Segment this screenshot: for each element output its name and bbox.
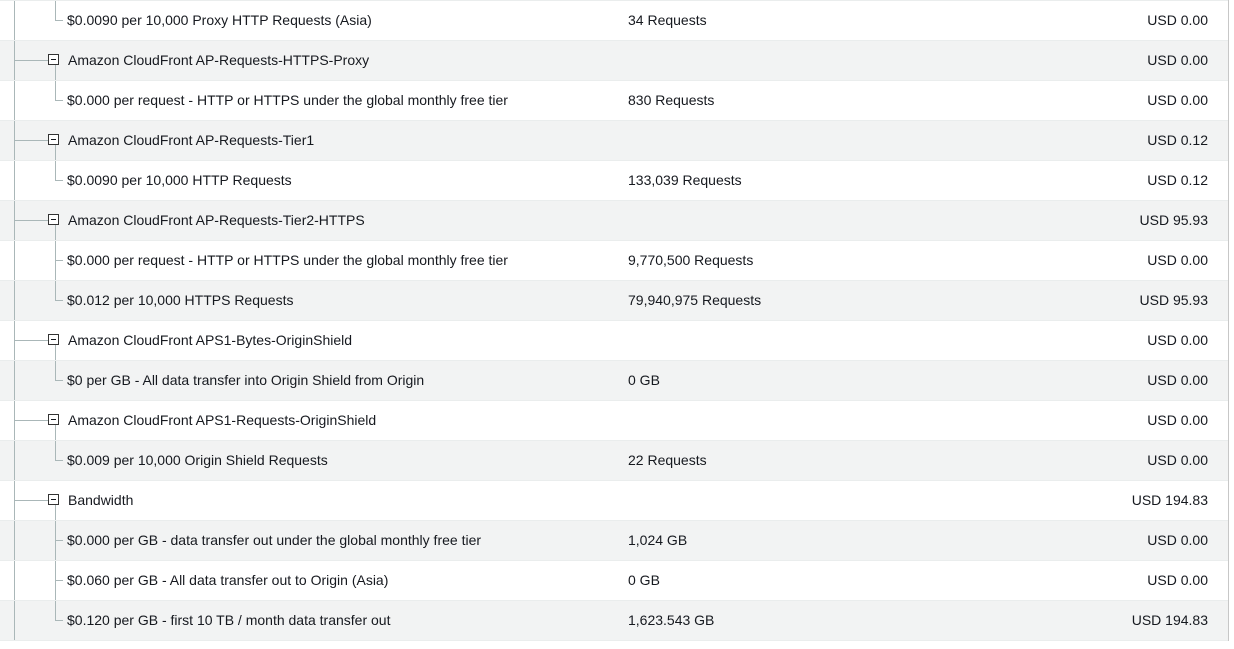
table-row: $0.000 per request - HTTP or HTTPS under… <box>0 81 1228 121</box>
bill-details-table: $0.0090 per 10,000 Proxy HTTP Requests (… <box>0 0 1229 641</box>
collapse-minus-icon[interactable] <box>48 414 59 425</box>
group-name: Amazon CloudFront APS1-Requests-OriginSh… <box>68 412 377 428</box>
group-name: Amazon CloudFront AP-Requests-Tier2-HTTP… <box>68 212 365 228</box>
usage-quantity: 0 GB <box>628 372 660 388</box>
usage-quantity: 830 Requests <box>628 92 715 108</box>
charge-amount: USD 95.93 <box>1139 212 1208 228</box>
charge-amount: USD 95.93 <box>1139 292 1208 308</box>
line-item-description: $0.012 per 10,000 HTTPS Requests <box>67 292 294 308</box>
table-group-row: Amazon CloudFront AP-Requests-HTTPS-Prox… <box>0 41 1228 81</box>
table-row: $0.0090 per 10,000 HTTP Requests 133,039 … <box>0 161 1228 201</box>
table-row: $0.000 per GB - data transfer out under … <box>0 521 1228 561</box>
collapse-minus-icon[interactable] <box>48 214 59 225</box>
usage-quantity: 34 Requests <box>628 12 707 28</box>
charge-amount: USD 0.00 <box>1147 12 1208 28</box>
table-group-row: Amazon CloudFront APS1-Bytes-OriginShiel… <box>0 321 1228 361</box>
table-group-row: Amazon CloudFront AP-Requests-Tier1 USD 0… <box>0 121 1228 161</box>
table-row: $0.000 per request - HTTP or HTTPS under… <box>0 241 1228 281</box>
charge-amount: USD 0.00 <box>1147 452 1208 468</box>
table-group-row: Amazon CloudFront AP-Requests-Tier2-HTTP… <box>0 201 1228 241</box>
charge-amount: USD 0.00 <box>1147 252 1208 268</box>
group-name: Amazon CloudFront AP-Requests-Tier1 <box>68 132 315 148</box>
line-item-description: $0.120 per GB - first 10 TB / month data… <box>67 612 391 628</box>
charge-amount: USD 0.00 <box>1147 572 1208 588</box>
table-body: $0.0090 per 10,000 Proxy HTTP Requests (… <box>0 1 1228 641</box>
charge-amount: USD 0.12 <box>1147 132 1208 148</box>
line-item-description: $0 per GB - All data transfer into Origi… <box>67 372 425 388</box>
usage-quantity: 1,623.543 GB <box>628 612 715 628</box>
table-row: $0.009 per 10,000 Origin Shield Requests… <box>0 441 1228 481</box>
table-group-row: Amazon CloudFront APS1-Requests-OriginSh… <box>0 401 1228 441</box>
table-group-row: Bandwidth USD 194.83 <box>0 481 1228 521</box>
charge-amount: USD 0.00 <box>1147 372 1208 388</box>
collapse-minus-icon[interactable] <box>48 54 59 65</box>
line-item-description: $0.060 per GB - All data transfer out to… <box>67 572 389 588</box>
charge-amount: USD 0.12 <box>1147 172 1208 188</box>
charge-amount: USD 0.00 <box>1147 412 1208 428</box>
table-row: $0.120 per GB - first 10 TB / month data… <box>0 601 1228 641</box>
usage-quantity: 133,039 Requests <box>628 172 742 188</box>
charge-amount: USD 0.00 <box>1147 332 1208 348</box>
charge-amount: USD 0.00 <box>1147 52 1208 68</box>
line-item-description: $0.000 per request - HTTP or HTTPS under… <box>67 92 508 108</box>
charge-amount: USD 0.00 <box>1147 92 1208 108</box>
charge-amount: USD 194.83 <box>1131 492 1208 508</box>
table-row: $0 per GB - All data transfer into Origi… <box>0 361 1228 401</box>
usage-quantity: 79,940,975 Requests <box>628 292 762 308</box>
usage-quantity: 9,770,500 Requests <box>628 252 754 268</box>
line-item-description: $0.0090 per 10,000 HTTP Requests <box>67 172 292 188</box>
collapse-minus-icon[interactable] <box>48 334 59 345</box>
group-name: Amazon CloudFront AP-Requests-HTTPS-Prox… <box>68 52 370 68</box>
group-name: Bandwidth <box>68 492 134 508</box>
group-name: Amazon CloudFront APS1-Bytes-OriginShiel… <box>68 332 353 348</box>
usage-quantity: 0 GB <box>628 572 660 588</box>
usage-quantity: 1,024 GB <box>628 532 688 548</box>
collapse-minus-icon[interactable] <box>48 494 59 505</box>
line-item-description: $0.009 per 10,000 Origin Shield Requests <box>67 452 328 468</box>
line-item-description: $0.000 per request - HTTP or HTTPS under… <box>67 252 508 268</box>
line-item-description: $0.0090 per 10,000 Proxy HTTP Requests (… <box>67 12 372 28</box>
table-row: $0.0090 per 10,000 Proxy HTTP Requests (… <box>0 1 1228 41</box>
table-row: $0.012 per 10,000 HTTPS Requests 79,940,9… <box>0 281 1228 321</box>
line-item-description: $0.000 per GB - data transfer out under … <box>67 532 482 548</box>
charge-amount: USD 0.00 <box>1147 532 1208 548</box>
collapse-minus-icon[interactable] <box>48 134 59 145</box>
usage-quantity: 22 Requests <box>628 452 707 468</box>
table-row: $0.060 per GB - All data transfer out to… <box>0 561 1228 601</box>
charge-amount: USD 194.83 <box>1131 612 1208 628</box>
